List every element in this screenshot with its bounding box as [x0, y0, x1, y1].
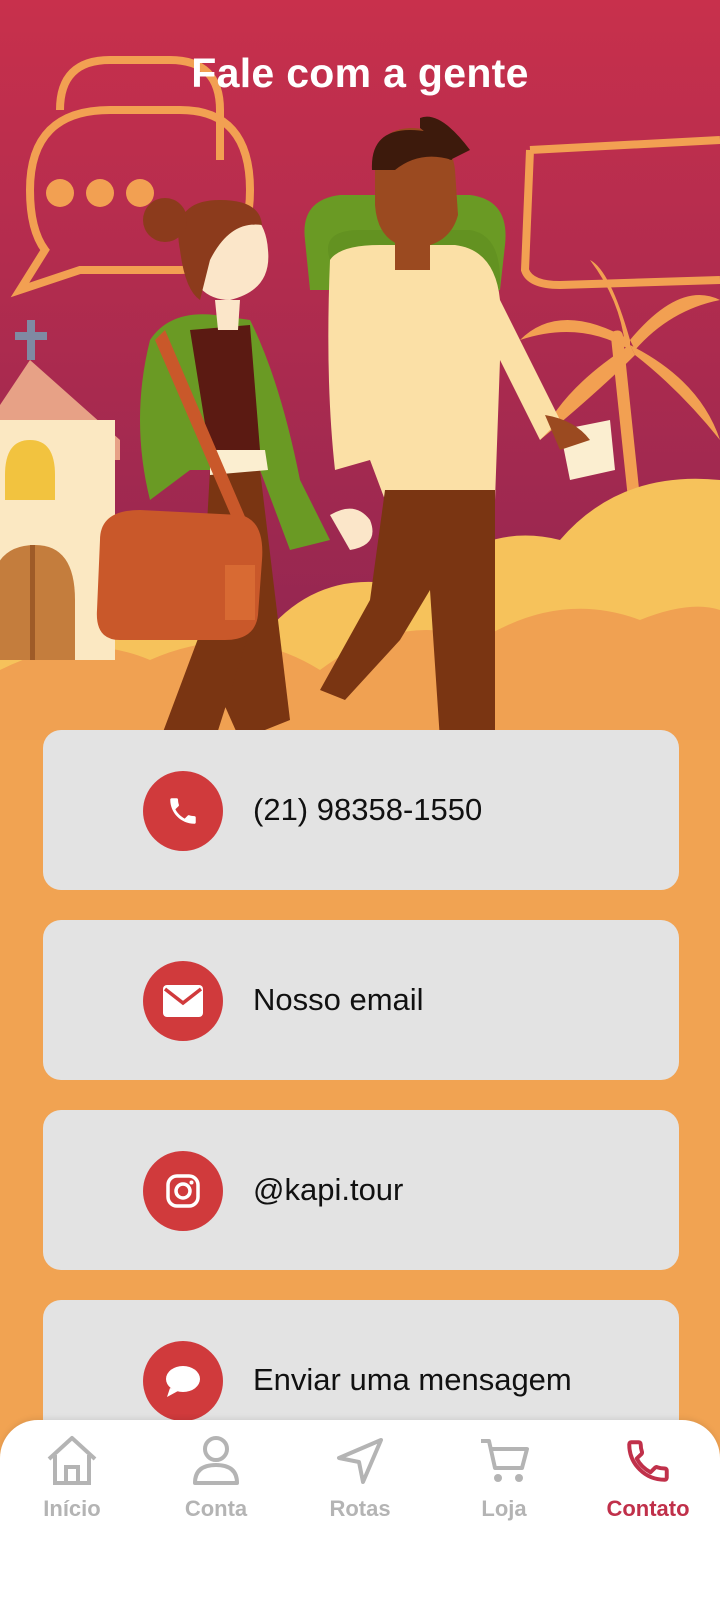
hero-illustration [0, 0, 720, 740]
nav-label: Conta [184, 1496, 248, 1521]
contact-label: @kapi.tour [253, 1172, 404, 1207]
contact-label: (21) 98358-1550 [253, 792, 483, 827]
nav-item-inicio[interactable]: Início [0, 1432, 144, 1542]
chat-bubble-icon [143, 1341, 223, 1421]
phone-icon [576, 1432, 720, 1490]
nav-item-contato[interactable]: Contato [576, 1432, 720, 1542]
nav-item-conta[interactable]: Conta [144, 1432, 288, 1542]
nav-label: Contato [606, 1496, 690, 1521]
nav-item-loja[interactable]: Loja [432, 1432, 576, 1542]
nav-label: Loja [481, 1496, 527, 1521]
nav-item-rotas[interactable]: Rotas [288, 1432, 432, 1542]
contact-label: Nosso email [253, 982, 424, 1017]
instagram-contact-card[interactable]: @kapi.tour [43, 1110, 679, 1270]
email-contact-card[interactable]: Nosso email [43, 920, 679, 1080]
nav-label: Rotas [329, 1496, 391, 1521]
phone-icon [143, 771, 223, 851]
phone-contact-card[interactable]: (21) 98358-1550 [43, 730, 679, 890]
ellipsis-dots [46, 179, 154, 207]
instagram-icon [143, 1151, 223, 1231]
home-icon [0, 1432, 144, 1490]
navigation-arrow-icon [288, 1432, 432, 1490]
cart-icon [432, 1432, 576, 1490]
nav-label: Início [43, 1496, 101, 1521]
bottom-navigation: Início Conta Rotas Loja Contato [0, 1420, 720, 1600]
user-icon [144, 1432, 288, 1490]
envelope-icon [143, 961, 223, 1041]
page-title: Fale com a gente [191, 50, 529, 96]
